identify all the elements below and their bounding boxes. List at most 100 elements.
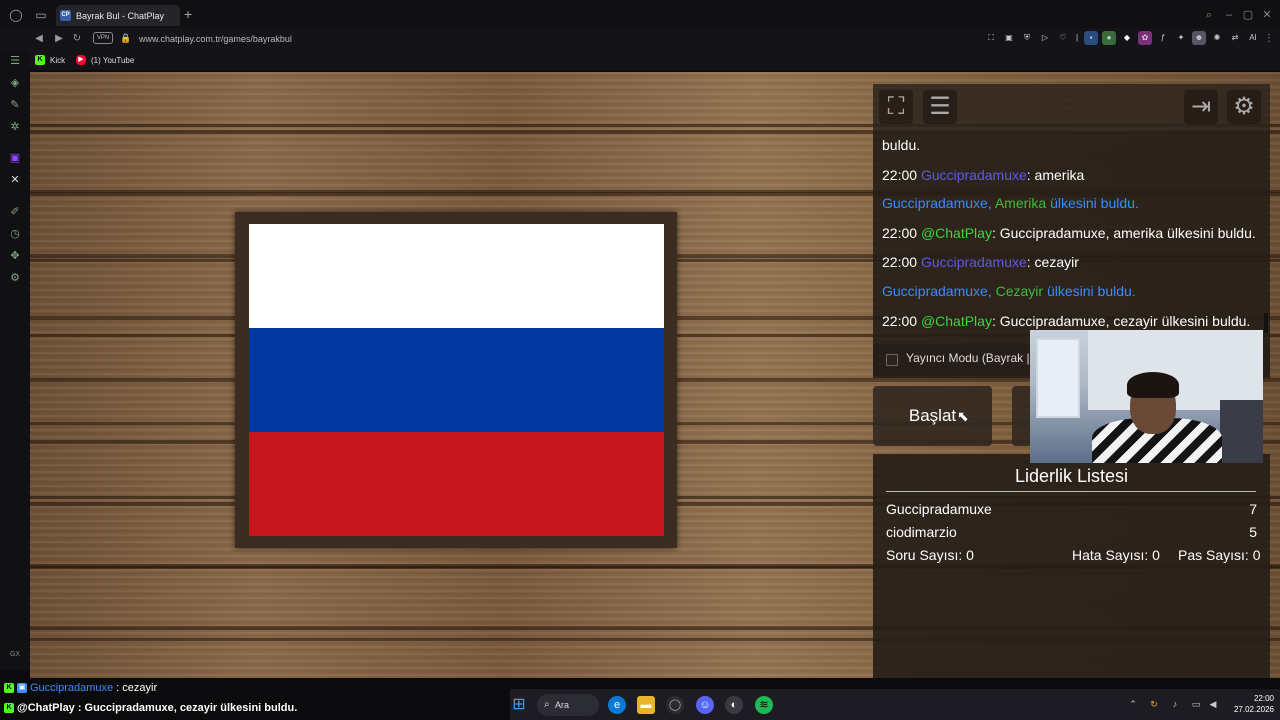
streamer-mode-label: Yayıncı Modu (Bayrak |	[906, 351, 1030, 365]
tab-bayrak-bul[interactable]: CP Bayrak Bul - ChatPlay	[56, 5, 180, 26]
chat-message: 22:00 Guccipradamuxe: cezayir	[882, 254, 1079, 270]
overlay-message: K @ChatPlay : Guccipradamuxe, cezayir ül…	[4, 702, 297, 714]
heart-icon[interactable]: ♡	[1056, 31, 1070, 45]
chat-username: @ChatPlay	[920, 313, 992, 329]
leaderboard-score: 5	[1249, 524, 1257, 540]
webcam-window	[1036, 338, 1080, 418]
minimize-icon[interactable]: –	[1222, 8, 1236, 22]
fullscreen-icon[interactable]: ⛶	[879, 90, 913, 124]
capture-icon[interactable]: ⛶	[984, 31, 998, 45]
gx-corner-icon[interactable]: ✲	[8, 120, 22, 134]
kick-icon: K	[4, 683, 14, 693]
reload-icon[interactable]: ↻	[70, 31, 84, 47]
microphone-icon[interactable]: ♪	[1169, 698, 1181, 710]
browser-sidebar: ☰ ◈ ✎ ✲ ▣ ✕ ✐ ◷ ✥ ⚙ GX	[0, 50, 30, 670]
vpn-badge[interactable]: VPN	[93, 32, 113, 44]
extension-icon[interactable]: ◆	[1120, 31, 1134, 45]
ai-button[interactable]: AI	[1246, 31, 1260, 45]
player-icon[interactable]: ▷	[1038, 31, 1052, 45]
streamer-mode-checkbox[interactable]	[886, 354, 898, 366]
extension-icon[interactable]: ✿	[1138, 31, 1152, 45]
taskbar-clock[interactable]: 22:00 27.02.2026	[1234, 693, 1274, 715]
tab-menu-icon[interactable]: ▭	[33, 7, 49, 23]
exit-icon[interactable]: ⇥	[1184, 90, 1218, 124]
history-icon[interactable]: ◷	[8, 227, 22, 241]
webcam-chair	[1220, 400, 1263, 463]
tray-app-icon[interactable]: ↻	[1148, 698, 1160, 710]
search-tabs-icon[interactable]: ⌕	[1202, 8, 1216, 22]
twitch-icon[interactable]: ▣	[8, 151, 22, 165]
pass-count: Pas Sayısı: 0	[1178, 547, 1261, 563]
spotify-icon[interactable]: ≋	[755, 696, 773, 714]
leaderboard: Liderlik Listesi Guccipradamuxe 7 ciodim…	[873, 454, 1270, 678]
speed-dial-icon[interactable]: ☰	[8, 54, 22, 68]
settings-gear-icon[interactable]: ⚙	[1227, 90, 1261, 124]
game-toolbar: ⛶ ☰ ⇥ ⚙	[873, 84, 1270, 132]
forward-icon[interactable]: ▶	[52, 31, 66, 47]
file-explorer-icon[interactable]: ▬	[637, 696, 655, 714]
extensions-icon[interactable]: ✥	[8, 249, 22, 263]
taskbar-search[interactable]: ⌕ Ara	[537, 694, 599, 716]
overlay-username: @ChatPlay	[17, 702, 75, 714]
display-icon[interactable]: ▭	[1190, 698, 1202, 710]
discord-icon[interactable]: ☺	[696, 696, 714, 714]
chatplay-favicon-icon: CP	[60, 10, 71, 21]
settings-icon[interactable]: ⚙	[8, 271, 22, 285]
extension-icon[interactable]: ☻	[1192, 31, 1206, 45]
close-icon[interactable]: ✕	[1260, 8, 1274, 22]
webcam-overlay	[1030, 330, 1263, 463]
url-field[interactable]: www.chatplay.com.tr/games/bayrakbul	[139, 32, 292, 46]
bookmark-youtube[interactable]: ▶ (1) YouTube	[76, 53, 134, 67]
shield-icon[interactable]: ⛨	[1020, 31, 1034, 45]
chat-scrollbar[interactable]	[1264, 313, 1268, 333]
extension-icon[interactable]: ✺	[1210, 31, 1224, 45]
search-icon: ⌕	[544, 699, 550, 710]
flag-stripe-red	[249, 432, 664, 536]
webcam-person-hair	[1127, 372, 1179, 398]
back-icon[interactable]: ◀	[32, 31, 46, 47]
overlay-username: Guccipradamuxe	[30, 682, 114, 694]
chat-message: 22:00 @ChatPlay: Guccipradamuxe, cezayir…	[882, 313, 1251, 329]
clock-time: 22:00	[1253, 694, 1274, 703]
chat-found-message: Guccipradamuxe, Cezayir ülkesini buldu.	[882, 283, 1136, 299]
gx-control-icon[interactable]: ◈	[8, 76, 22, 90]
youtube-icon: ▶	[76, 55, 86, 65]
rules-icon[interactable]: ☰	[923, 90, 957, 124]
extension-icon[interactable]: ⇄	[1228, 31, 1242, 45]
clock-date: 27.02.2026	[1233, 705, 1274, 714]
chat-username: Guccipradamuxe	[920, 254, 1027, 270]
lock-icon[interactable]: 🔒	[120, 32, 131, 44]
flag-stripe-white	[249, 224, 664, 328]
tab-title: Bayrak Bul - ChatPlay	[76, 10, 165, 21]
extension-icon[interactable]: ▪	[1084, 31, 1098, 45]
chat-message: 22:00 Guccipradamuxe: amerika	[882, 167, 1085, 183]
edge-icon[interactable]: e	[608, 696, 626, 714]
maximize-icon[interactable]: ▢	[1241, 8, 1255, 22]
new-tab-button[interactable]: +	[184, 7, 192, 21]
extension-icon[interactable]: ✦	[1174, 31, 1188, 45]
kick-icon: K	[4, 703, 14, 713]
snapshot-icon[interactable]: ▣	[1002, 31, 1016, 45]
bookmark-label: (1) YouTube	[91, 55, 135, 65]
windows-start-icon[interactable]: ⊞	[510, 696, 528, 714]
menu-icon[interactable]: ⋮	[1262, 31, 1276, 47]
x-icon[interactable]: ✕	[8, 173, 22, 187]
opera-icon[interactable]: ◐	[725, 696, 743, 714]
leaderboard-score: 7	[1249, 501, 1257, 517]
browser-titlebar: ◯ ▭ CP Bayrak Bul - ChatPlay + ⌕ – ▢ ✕	[0, 0, 1280, 30]
bookmark-kick[interactable]: K Kick	[35, 53, 65, 67]
gx-label: GX	[9, 651, 21, 658]
gx-cleaner-icon[interactable]: ✎	[8, 98, 22, 112]
opera-gx-icon[interactable]: ◯	[666, 696, 684, 714]
extension-icon[interactable]: ƒ	[1156, 31, 1170, 45]
extension-icon[interactable]: ●	[1102, 31, 1116, 45]
question-count: Soru Sayısı: 0	[886, 547, 974, 563]
start-button[interactable]: Başlat	[873, 386, 992, 446]
overlay-message: K ▣ Guccipradamuxe: cezayir	[4, 682, 157, 694]
show-hidden-icons-icon[interactable]: ⌃	[1127, 698, 1139, 710]
leaderboard-title: Liderlik Listesi	[1014, 466, 1129, 486]
cursor-icon: ⬉	[957, 408, 969, 424]
volume-icon[interactable]: ◀	[1207, 698, 1219, 710]
pencil-icon[interactable]: ✐	[8, 205, 22, 219]
opera-logo-icon[interactable]: ◯	[8, 7, 24, 23]
